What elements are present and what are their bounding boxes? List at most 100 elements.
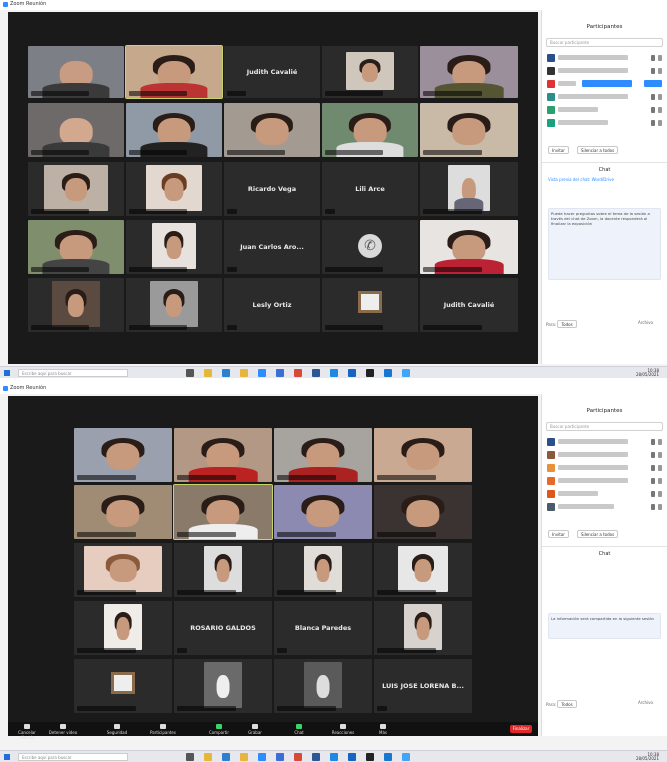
- participant-search-input[interactable]: Buscar participante: [546, 422, 663, 431]
- video-tile[interactable]: [420, 46, 518, 98]
- share-button[interactable]: Compartir: [204, 724, 234, 735]
- video-tile[interactable]: [420, 220, 518, 274]
- file-button[interactable]: Archivo: [638, 320, 653, 325]
- chat-button[interactable]: Chat: [284, 724, 314, 735]
- video-tile[interactable]: [274, 659, 372, 713]
- name-tile[interactable]: LUIS JOSE LORENA B...: [374, 659, 472, 713]
- more-button[interactable]: [644, 80, 662, 87]
- word-icon[interactable]: [312, 369, 320, 377]
- windows-start-icon[interactable]: [4, 754, 10, 760]
- app-icon[interactable]: [366, 753, 374, 761]
- video-tile[interactable]: [74, 601, 172, 655]
- edge-icon[interactable]: [222, 753, 230, 761]
- app-icon[interactable]: [384, 369, 392, 377]
- participant-row[interactable]: [546, 90, 663, 103]
- name-tile[interactable]: Blanca Paredes: [274, 601, 372, 655]
- name-tile[interactable]: Ricardo Vega: [224, 162, 320, 216]
- chat-link[interactable]: Vista previa del chat: Word/Drive: [548, 177, 661, 182]
- name-tile[interactable]: Lili Arce: [322, 162, 418, 216]
- name-tile[interactable]: ROSARIO GALDOS: [174, 601, 272, 655]
- name-tile[interactable]: Lesly Ortiz: [224, 278, 320, 332]
- app-icon[interactable]: [402, 753, 410, 761]
- folder-icon[interactable]: [240, 369, 248, 377]
- zoom-taskbar-icon[interactable]: [258, 753, 266, 761]
- store-icon[interactable]: [276, 753, 284, 761]
- video-tile[interactable]: [126, 220, 222, 274]
- chrome-icon[interactable]: [294, 369, 302, 377]
- video-tile[interactable]: [74, 543, 172, 597]
- app-icon[interactable]: [330, 369, 338, 377]
- video-tile[interactable]: [28, 220, 124, 274]
- video-tile[interactable]: [420, 162, 518, 216]
- video-tile[interactable]: [74, 485, 172, 539]
- video-tile[interactable]: [126, 278, 222, 332]
- video-tile[interactable]: [28, 46, 124, 98]
- taskbar-search-input[interactable]: Escribe aquí para buscar: [18, 369, 128, 377]
- edge-icon[interactable]: [222, 369, 230, 377]
- video-tile[interactable]: [28, 278, 124, 332]
- video-tile[interactable]: [374, 601, 472, 655]
- participant-row[interactable]: [546, 461, 663, 474]
- participant-row[interactable]: [546, 116, 663, 129]
- video-tile-active-speaker[interactable]: [173, 484, 273, 540]
- participant-search-input[interactable]: Buscar participante: [546, 38, 663, 47]
- video-tile[interactable]: [274, 485, 372, 539]
- windows-start-icon[interactable]: [4, 370, 10, 376]
- participant-action-button[interactable]: [582, 80, 632, 87]
- reactions-button[interactable]: Reacciones: [328, 724, 358, 735]
- video-tile[interactable]: [126, 162, 222, 216]
- more-button[interactable]: Más: [368, 724, 398, 735]
- video-tile[interactable]: [174, 428, 272, 482]
- phone-tile[interactable]: ✆: [322, 220, 418, 274]
- video-tile[interactable]: [274, 428, 372, 482]
- participant-row[interactable]: [546, 435, 663, 448]
- picture-tile[interactable]: [74, 659, 172, 713]
- participant-row[interactable]: [546, 51, 663, 64]
- video-tile[interactable]: [126, 103, 222, 157]
- mute-all-button[interactable]: Silenciar a todos: [576, 146, 619, 154]
- folder-icon[interactable]: [240, 753, 248, 761]
- participant-row[interactable]: [546, 448, 663, 461]
- chrome-icon[interactable]: [294, 753, 302, 761]
- chat-recipient[interactable]: Para: Todos Archivo: [546, 700, 663, 710]
- video-tile[interactable]: [224, 103, 320, 157]
- explorer-icon[interactable]: [204, 369, 212, 377]
- name-tile[interactable]: Juan Carlos Aro...: [224, 220, 320, 274]
- video-tile[interactable]: [322, 103, 418, 157]
- invite-button[interactable]: Invitar: [548, 530, 569, 538]
- name-tile[interactable]: Judith Cavalié: [224, 46, 320, 98]
- participants-button[interactable]: Participantes: [148, 724, 178, 735]
- store-icon[interactable]: [276, 369, 284, 377]
- task-view-icon[interactable]: [186, 369, 194, 377]
- participant-row[interactable]: [546, 500, 663, 513]
- app-icon[interactable]: [330, 753, 338, 761]
- video-tile[interactable]: [374, 543, 472, 597]
- app-icon[interactable]: [384, 753, 392, 761]
- zoom-taskbar-icon[interactable]: [258, 369, 266, 377]
- mute-all-button[interactable]: Silenciar a todos: [576, 530, 619, 538]
- to-dropdown[interactable]: Todos: [557, 700, 577, 708]
- participant-row[interactable]: [546, 474, 663, 487]
- video-tile[interactable]: [74, 428, 172, 482]
- participant-row[interactable]: [546, 487, 663, 500]
- app-icon[interactable]: [366, 369, 374, 377]
- security-button[interactable]: Seguridad: [102, 724, 132, 735]
- video-tile[interactable]: [420, 103, 518, 157]
- video-tile[interactable]: [174, 659, 272, 713]
- video-tile[interactable]: [174, 543, 272, 597]
- taskbar-search-input[interactable]: Escribe aquí para buscar: [18, 753, 128, 761]
- explorer-icon[interactable]: [204, 753, 212, 761]
- app-icon[interactable]: [348, 369, 356, 377]
- name-tile[interactable]: Judith Cavalié: [420, 278, 518, 332]
- to-dropdown[interactable]: Todos: [557, 320, 577, 328]
- video-tile[interactable]: [28, 162, 124, 216]
- video-tile[interactable]: [374, 485, 472, 539]
- invite-button[interactable]: Invitar: [548, 146, 569, 154]
- unmute-button[interactable]: Cancelar silencio: [12, 724, 42, 740]
- record-button[interactable]: Grabar: [240, 724, 270, 735]
- participant-row-selected[interactable]: [546, 77, 663, 90]
- participant-row[interactable]: [546, 64, 663, 77]
- app-icon[interactable]: [402, 369, 410, 377]
- end-meeting-button[interactable]: Finalizar: [510, 725, 532, 733]
- task-view-icon[interactable]: [186, 753, 194, 761]
